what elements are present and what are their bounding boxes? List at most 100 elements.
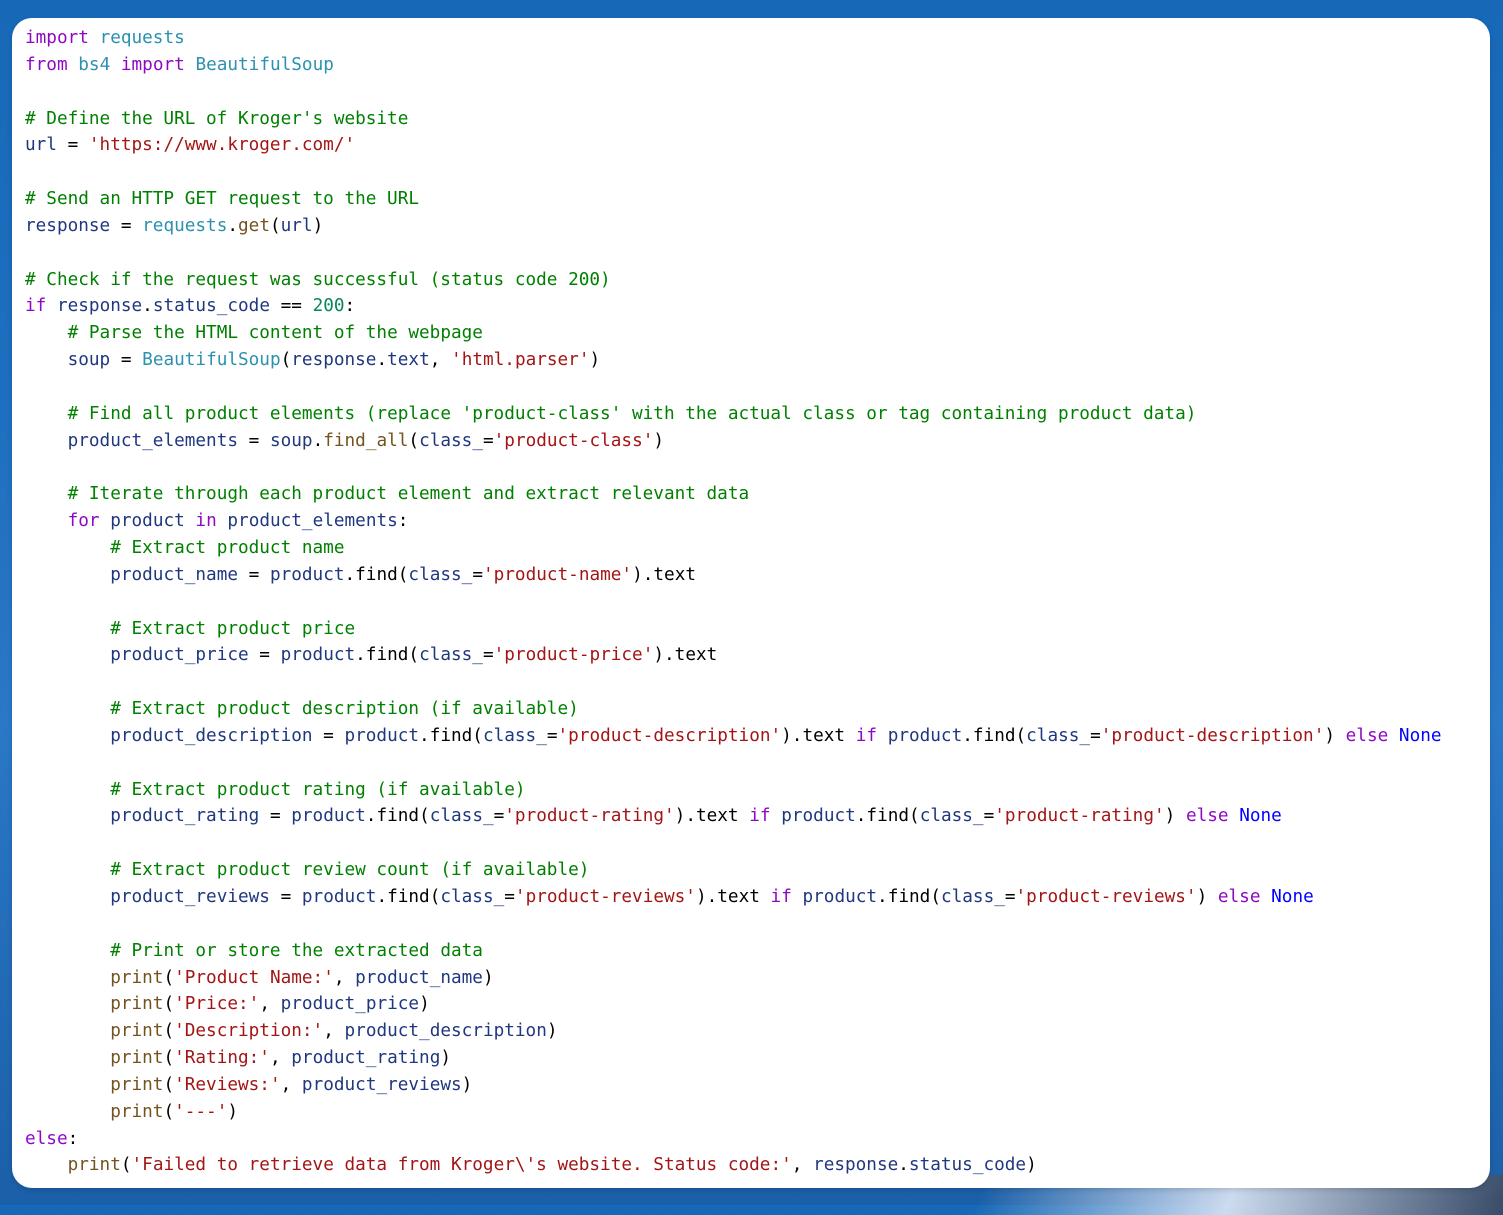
- operator-token: :: [397, 511, 409, 532]
- operator-token: (: [163, 1074, 175, 1095]
- string-token: 'product-price': [493, 645, 654, 666]
- operator-token: text: [717, 887, 760, 907]
- string-token: 'product-rating': [504, 806, 675, 827]
- operator-token: =: [269, 887, 302, 907]
- code-block: import requests from bs4 import Beautiful…: [25, 25, 1442, 1179]
- operator-token: text: [674, 645, 718, 666]
- operator-token: (: [280, 350, 292, 371]
- operator-token: [25, 860, 110, 880]
- operator-token: :: [67, 1128, 79, 1149]
- operator-token: text: [695, 806, 739, 827]
- variable-token: product_reviews: [110, 887, 270, 907]
- operator-token: [771, 806, 782, 826]
- code-line: else:: [25, 1126, 1442, 1153]
- operator-token: [46, 296, 57, 316]
- variable-token: product_description: [344, 1021, 547, 1042]
- string-token: 'Failed to retrieve data from Kroger\'s …: [131, 1155, 792, 1176]
- variable-token: product_rating: [110, 806, 260, 827]
- operator-token: ): [482, 967, 494, 988]
- operator-token: ): [1164, 806, 1186, 827]
- variable-token: url: [280, 215, 313, 236]
- operator-token: =: [248, 645, 281, 666]
- operator-token: find: [887, 887, 931, 907]
- operator-token: :: [344, 296, 356, 317]
- operator-token: text: [653, 564, 696, 585]
- operator-token: =: [482, 430, 494, 451]
- code-line: print('Failed to retrieve data from Krog…: [25, 1152, 1442, 1179]
- operator-token: .: [962, 725, 973, 746]
- operator-token: (: [419, 806, 430, 827]
- operator-token: ,: [280, 1074, 302, 1095]
- string-token: 'Description:': [174, 1021, 324, 1042]
- string-token: 'Product Name:': [174, 967, 334, 988]
- variable-token: class_: [419, 430, 483, 451]
- operator-token: [25, 323, 68, 343]
- keyword-token: from: [25, 54, 68, 75]
- function-token: print: [110, 1101, 164, 1122]
- keyword-token: else: [1185, 806, 1229, 827]
- operator-token: [25, 994, 110, 1014]
- operator-token: .: [898, 1155, 909, 1176]
- class-token: requests: [142, 215, 228, 236]
- string-token: 'product-class': [493, 430, 654, 451]
- variable-token: response: [291, 350, 377, 371]
- operator-token: find: [387, 887, 430, 907]
- code-line: from bs4 import BeautifulSoup: [25, 52, 1442, 79]
- operator-token: =: [56, 135, 89, 156]
- constant-token: None: [1271, 887, 1314, 907]
- code-line: # Extract product name: [25, 535, 1442, 562]
- operator-token: find: [355, 564, 398, 585]
- operator-token: [100, 511, 111, 531]
- comment-token: # Find all product elements (replace 'pr…: [67, 403, 1197, 424]
- code-line: for product in product_elements:: [25, 508, 1442, 535]
- operator-token: ,: [791, 1155, 814, 1176]
- operator-token: .: [855, 806, 867, 827]
- variable-token: product_name: [355, 967, 483, 988]
- operator-token: text: [802, 725, 846, 746]
- code-line: # Extract product review count (if avail…: [25, 857, 1442, 884]
- function-token: print: [110, 967, 164, 988]
- number-token: 200: [312, 296, 345, 317]
- operator-token: ): [1196, 887, 1218, 907]
- operator-token: [25, 538, 110, 558]
- operator-token: .: [877, 887, 888, 907]
- code-line: # Check if the request was successful (s…: [25, 267, 1442, 294]
- variable-token: class_: [1026, 725, 1091, 746]
- code-line: url = 'https://www.kroger.com/': [25, 132, 1442, 159]
- variable-token: product_price: [280, 994, 420, 1015]
- keyword-token: if: [749, 806, 771, 827]
- operator-token: ): [1324, 725, 1346, 746]
- operator-token: [68, 55, 79, 75]
- string-token: 'product-description': [1100, 725, 1325, 746]
- code-line: product_description = product.find(class…: [25, 723, 1441, 750]
- keyword-token: import: [120, 54, 185, 75]
- operator-token: =: [504, 887, 515, 907]
- comment-token: # Iterate through each product element a…: [67, 484, 750, 505]
- operator-token: [1229, 806, 1240, 826]
- operator-token: ): [1026, 1155, 1037, 1176]
- operator-token: =: [312, 725, 345, 746]
- operator-token: (: [909, 806, 920, 827]
- operator-token: find: [376, 806, 420, 827]
- variable-token: response: [813, 1155, 899, 1176]
- variable-token: class_: [408, 564, 473, 585]
- operator-token: [25, 806, 110, 826]
- operator-token: find: [972, 725, 1016, 746]
- operator-token: =: [110, 215, 143, 236]
- code-line: if response.status_code == 200:: [25, 293, 1442, 320]
- operator-token: [25, 968, 110, 988]
- operator-token: [760, 887, 771, 907]
- variable-token: soup: [67, 350, 111, 371]
- comment-token: # Extract product rating (if available): [110, 779, 526, 800]
- string-token: 'product-reviews': [1015, 887, 1197, 907]
- operator-token: (: [429, 887, 441, 907]
- variable-token: product: [269, 564, 345, 585]
- code-line: print('Price:', product_price): [25, 991, 1442, 1018]
- operator-token: (: [120, 1155, 132, 1176]
